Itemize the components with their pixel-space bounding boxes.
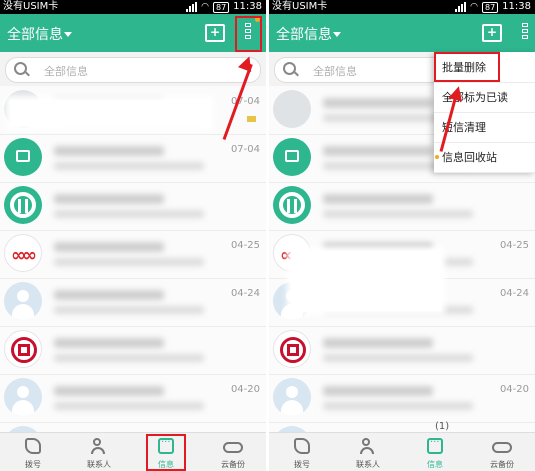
highlight-box-messages-tab [146,434,186,471]
cloud-icon [223,442,243,453]
search-icon [14,62,27,75]
more-menu-icon[interactable] [522,23,528,41]
list-item[interactable] [269,182,535,231]
tab-cloud-backup[interactable]: 云备份 [469,433,535,471]
wifi-icon: ◠ [470,2,478,12]
avatar [4,186,42,224]
attachment-icon [247,116,256,122]
message-date: 07-04 [230,144,260,155]
tab-dial[interactable]: 拨号 [0,433,66,471]
search-bar: 全部信息 [0,52,266,86]
new-badge-dot [435,155,439,159]
tab-cloud-backup[interactable]: 云备份 [200,433,266,471]
list-item[interactable] [269,326,535,375]
wifi-icon: ◠ [201,2,209,12]
phone-icon [25,438,41,454]
list-item[interactable]: ∞∞ 04-25 [0,230,266,279]
carrier-label: 没有USIM卡 [272,1,328,12]
caret-down-icon[interactable] [64,32,72,37]
phone-icon [294,438,310,454]
folder-title[interactable]: 全部信息 [276,24,332,44]
message-icon [427,437,443,454]
tab-dial[interactable]: 拨号 [269,433,335,471]
bottom-tab-bar: 拨号 联系人 信息 云备份 [0,432,266,471]
clock: 11:38 [502,1,531,12]
search-placeholder: 全部信息 [44,65,88,78]
avatar [4,282,42,320]
list-item[interactable]: 07-04 [0,134,266,183]
bank-logo-icon [10,192,36,218]
carrier-label: 没有USIM卡 [3,1,59,12]
message-date: 04-20 [499,384,529,395]
compose-icon[interactable]: + [482,24,502,42]
tab-messages[interactable]: 信息 [402,433,468,471]
signal-icon [186,2,198,12]
clock: 11:38 [233,1,262,12]
caret-down-icon[interactable] [333,32,341,37]
highlight-box-batch-delete [434,52,500,82]
menu-item-recycle-bin[interactable]: 信息回收站 [434,142,535,173]
avatar [273,90,311,128]
list-item[interactable]: 04-20 [269,374,535,423]
avatar [273,378,311,416]
compose-icon[interactable]: + [205,24,225,42]
speaker-icon [285,150,299,162]
avatar: ∞∞ [4,234,42,272]
avatar [273,330,311,368]
search-placeholder: 全部信息 [313,65,357,78]
message-date: 04-25 [230,240,260,251]
unread-count: (1) [435,421,450,432]
app-bar: 全部信息 + [269,14,535,52]
avatar [273,138,311,176]
unicom-logo-icon: ∞∞ [11,245,37,266]
app-bar: 全部信息 + [0,14,266,52]
battery-icon: 87 [212,1,230,13]
cloud-icon [492,442,512,453]
avatar [4,138,42,176]
message-date: 04-25 [499,240,529,251]
search-icon [283,62,296,75]
left-screenshot: 没有USIM卡 ◠ 87 11:38 全部信息 + 全部信息 07-04 07-… [0,0,266,471]
message-date: 04-24 [230,288,260,299]
battery-icon: 87 [481,1,499,13]
list-item[interactable] [0,326,266,375]
contacts-icon [360,438,376,454]
bank-logo-icon [279,192,305,218]
bottom-tab-bar: 拨号 联系人 信息 云备份 [269,432,535,471]
list-item[interactable]: 04-24 [0,278,266,327]
list-item[interactable] [0,182,266,231]
tab-contacts[interactable]: 联系人 [66,433,132,471]
speaker-icon [16,150,30,162]
status-bar: 没有USIM卡 ◠ 87 11:38 [0,0,266,14]
avatar [4,330,42,368]
status-bar: 没有USIM卡 ◠ 87 11:38 [269,0,535,14]
message-date: 04-20 [230,384,260,395]
avatar [4,378,42,416]
message-date: 04-24 [499,288,529,299]
contacts-icon [91,438,107,454]
list-item[interactable]: 04-20 [0,374,266,423]
search-input[interactable]: 全部信息 [5,57,261,83]
highlight-box-more-menu [235,16,262,52]
avatar [273,186,311,224]
signal-icon [455,2,467,12]
folder-title[interactable]: 全部信息 [7,24,63,44]
tab-contacts[interactable]: 联系人 [335,433,401,471]
right-screenshot: 没有USIM卡 ◠ 87 11:38 全部信息 + 全部信息 04-25 04-… [269,0,535,471]
